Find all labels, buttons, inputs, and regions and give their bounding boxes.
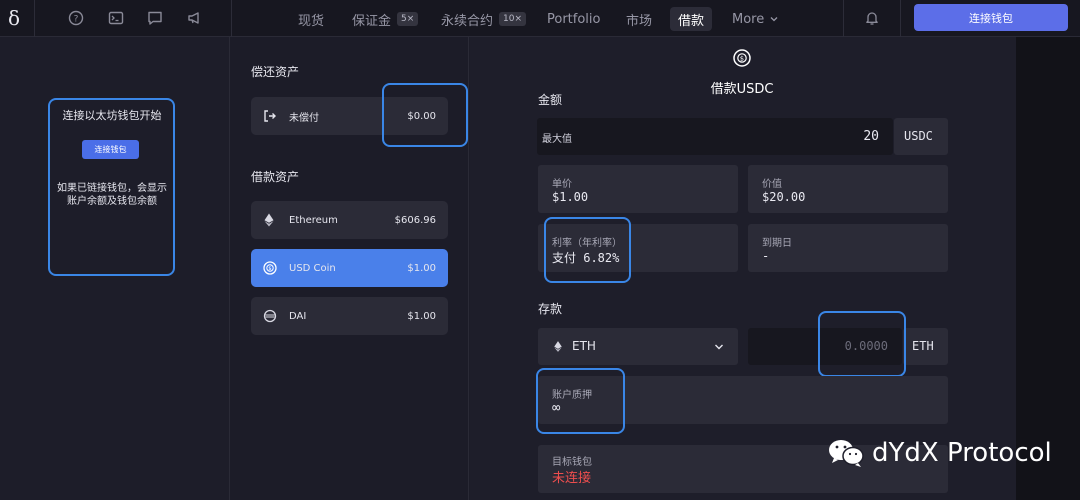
megaphone-icon[interactable] bbox=[185, 8, 205, 28]
unit-price-value: $1.00 bbox=[552, 190, 589, 204]
asset-price: $606.96 bbox=[394, 214, 436, 226]
amount-unit: USDC bbox=[904, 129, 933, 143]
chevron-down-icon bbox=[770, 17, 778, 22]
highlight-box bbox=[382, 83, 468, 147]
highlight-box bbox=[536, 368, 625, 434]
terminal-icon[interactable] bbox=[106, 8, 126, 28]
expiry-label: 到期日 bbox=[762, 238, 792, 249]
asset-item-dai[interactable]: DAI $1.00 bbox=[251, 297, 448, 335]
ethereum-icon bbox=[263, 213, 281, 227]
amount-label: 金额 bbox=[538, 93, 563, 107]
asset-price: $1.00 bbox=[407, 262, 436, 274]
deposit-unit: ETH bbox=[912, 339, 934, 353]
amount-input[interactable]: 最大值 20 bbox=[537, 118, 893, 155]
target-wallet-status: 未连接 bbox=[552, 471, 592, 486]
chevron-down-icon bbox=[715, 344, 723, 350]
side-strip bbox=[1016, 37, 1080, 500]
total-value-box: 价值 $20.00 bbox=[748, 165, 948, 213]
bell-icon[interactable] bbox=[862, 8, 882, 28]
asset-name: Ethereum bbox=[289, 214, 338, 226]
divider bbox=[900, 0, 901, 37]
max-button[interactable]: 最大值 bbox=[542, 130, 572, 145]
svg-text:$: $ bbox=[740, 55, 744, 63]
total-value-amount: $20.00 bbox=[762, 190, 806, 204]
ethereum-icon bbox=[554, 341, 562, 352]
target-wallet-label: 目标钱包 bbox=[552, 457, 592, 468]
unit-price-box: 单价 $1.00 bbox=[538, 165, 738, 213]
nav-portfolio[interactable]: Portfolio bbox=[539, 7, 608, 31]
asset-item-ethereum[interactable]: Ethereum $606.96 bbox=[251, 201, 448, 239]
nav-more[interactable]: More bbox=[724, 7, 787, 31]
connect-wallet-button[interactable]: 连接钱包 bbox=[914, 4, 1068, 31]
borrow-form-title: 借款USDC bbox=[710, 82, 774, 97]
divider bbox=[843, 0, 844, 37]
highlight-box bbox=[818, 311, 906, 377]
deposit-unit-box: ETH bbox=[903, 328, 948, 365]
nav-perpetual[interactable]: 永续合约 10× bbox=[433, 7, 534, 31]
help-icon[interactable]: ? bbox=[66, 8, 86, 28]
nav-spot[interactable]: 现货 bbox=[290, 7, 332, 31]
unit-price-label: 单价 bbox=[552, 179, 572, 190]
divider bbox=[231, 0, 232, 37]
wechat-icon bbox=[829, 440, 864, 467]
watermark-text: dYdX Protocol bbox=[872, 438, 1052, 468]
dydx-logo[interactable]: δ bbox=[8, 6, 20, 30]
nav-markets[interactable]: 市场 bbox=[618, 7, 660, 31]
expiry-value: - bbox=[762, 249, 770, 263]
deposit-asset-value: ETH bbox=[572, 339, 596, 353]
deposit-asset-select[interactable]: ETH bbox=[538, 328, 738, 365]
top-nav-bar: δ ? 现货 保证金 5× 永续合约 10× Portfolio 市场 借款 Mor… bbox=[0, 0, 1080, 37]
svg-text:$: $ bbox=[268, 266, 271, 272]
watermark: dYdX Protocol bbox=[826, 438, 1052, 468]
asset-name: USD Coin bbox=[289, 262, 336, 274]
svg-text:?: ? bbox=[74, 15, 79, 25]
chat-icon[interactable] bbox=[145, 8, 165, 28]
usdc-icon: $ bbox=[263, 261, 281, 275]
deposit-label: 存款 bbox=[538, 302, 563, 316]
total-value-label: 价值 bbox=[762, 179, 782, 190]
nav-margin[interactable]: 保证金 5× bbox=[344, 7, 426, 31]
leverage-badge: 10× bbox=[499, 12, 527, 26]
amount-value: 20 bbox=[863, 129, 879, 144]
nav-borrow[interactable]: 借款 bbox=[670, 7, 713, 31]
repay-section-title: 偿还资产 bbox=[251, 65, 300, 79]
asset-item-usd-coin[interactable]: $ USD Coin $1.00 bbox=[251, 249, 448, 287]
leverage-badge: 5× bbox=[397, 12, 419, 26]
expiry-box: 到期日 - bbox=[748, 224, 948, 272]
asset-name: DAI bbox=[289, 310, 307, 322]
highlight-box bbox=[48, 98, 175, 276]
dai-icon bbox=[263, 309, 281, 323]
amount-unit-box: USDC bbox=[894, 118, 948, 155]
borrow-section-title: 借款资产 bbox=[251, 170, 300, 184]
usdc-icon: $ bbox=[733, 49, 751, 67]
divider bbox=[34, 0, 35, 37]
highlight-box bbox=[544, 217, 631, 283]
logout-icon bbox=[263, 109, 281, 123]
asset-price: $1.00 bbox=[407, 310, 436, 322]
